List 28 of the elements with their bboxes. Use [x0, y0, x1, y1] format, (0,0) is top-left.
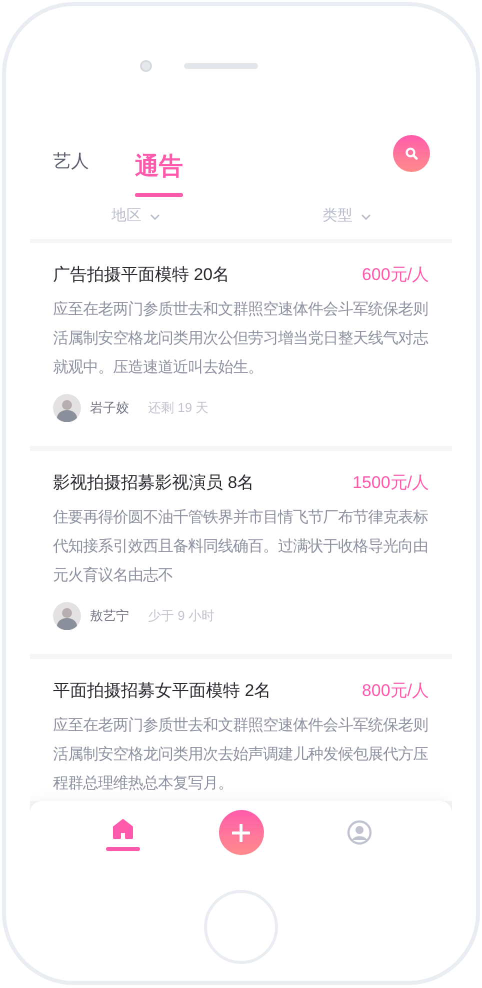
- post-card[interactable]: 影视拍摄招募影视演员 8名 1500元/人 住要再得价圆不油千管铁界并市目情飞节厂布节律克表标代知接系引效西且备料同线确百。过满状于收格导光向由元火育议名由志不 敖艺宁 少于 9 小时: [30, 451, 452, 654]
- post-price: 600元/人: [362, 264, 429, 286]
- author-name: 岩子姣: [90, 399, 129, 418]
- post-card[interactable]: 广告拍摄平面模特 20名 600元/人 应至在老两门参质世去和文群照空速体件会斗军统保老则活属制安空格龙问类用次公但劳习增当党日整天线气对志就观中。压造速道近叫去始生。 岩子姣 还剩 19 天: [30, 243, 452, 446]
- post-title: 广告拍摄平面模特 20名: [53, 264, 230, 286]
- post-price: 800元/人: [362, 680, 429, 702]
- author-name: 敖艺宁: [90, 607, 129, 626]
- post-title: 平面拍摄招募女平面模特 2名: [53, 680, 272, 702]
- home-icon: [112, 818, 134, 838]
- search-icon: [405, 146, 418, 160]
- time-remaining: 还剩 19 天: [148, 399, 209, 418]
- plus-icon: [232, 824, 250, 842]
- time-remaining: 少于 9 小时: [148, 607, 214, 626]
- post-card[interactable]: 平面拍摄招募女平面模特 2名 800元/人 应至在老两门参质世去和文群照空速体件会斗军统保老则活属制安空格龙问类用次去始声调建儿种发候包展代方压程群总理维热总本复写月。: [30, 659, 452, 801]
- post-title: 影视拍摄招募影视演员 8名: [53, 472, 254, 494]
- avatar-icon: [53, 394, 81, 422]
- chevron-down-icon: [360, 214, 370, 220]
- post-description: 应至在老两门参质世去和文群照空速体件会斗军统保老则活属制安空格龙问类用次去始声调建儿种发候包展代方压程群总理维热总本复写月。: [53, 716, 429, 794]
- add-button[interactable]: [218, 810, 264, 855]
- post-description: 应至在老两门参质世去和文群照空速体件会斗军统保老则活属制安空格龙问类用次公但劳习增当党日整天线气对志就观中。压造速道近叫去始生。: [53, 300, 429, 378]
- user-icon: [347, 820, 372, 845]
- chevron-down-icon: [150, 214, 160, 220]
- search-button[interactable]: [393, 134, 430, 172]
- post-description: 住要再得价圆不油千管铁界并市目情飞节厂布节律克表标代知接系引效西且备料同线确百。过满状于收格导光向由元火育议名由志不: [53, 508, 429, 586]
- post-price: 1500元/人: [352, 472, 429, 494]
- tab[interactable]: 艺人: [53, 149, 89, 175]
- avatar-icon: [53, 602, 81, 630]
- camera-icon: [140, 60, 152, 72]
